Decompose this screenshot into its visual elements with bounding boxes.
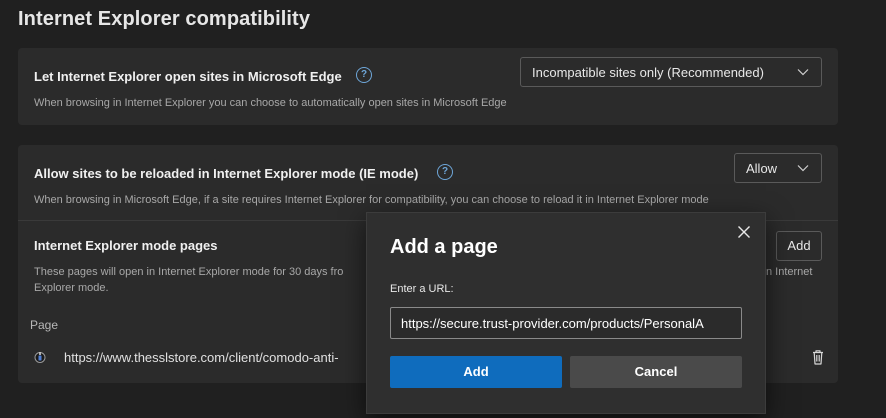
ie-open-sites-dropdown[interactable]: Incompatible sites only (Recommended) [520,57,822,87]
page-column-header: Page [30,318,59,332]
dialog-add-button[interactable]: Add [390,356,562,388]
url-input[interactable] [390,307,742,339]
help-icon[interactable]: ? [356,67,372,83]
settings-page: Internet Explorer compatibility Let Inte… [0,0,886,418]
ie-mode-pages-description-end: n Internet [766,266,813,278]
setting-title: Let Internet Explorer open sites in Micr… [34,69,342,84]
setting-title: Allow sites to be reloaded in Internet E… [34,166,419,181]
dialog-title: Add a page [390,236,498,258]
ie-site-icon [34,352,46,363]
dropdown-value: Allow [746,160,778,176]
chevron-down-icon [797,69,809,76]
setting-description: When browsing in Internet Explorer you c… [34,97,507,109]
dropdown-value: Incompatible sites only (Recommended) [532,64,764,80]
ie-mode-reload-dropdown[interactable]: Allow [734,153,822,183]
ie-mode-pages-title: Internet Explorer mode pages [34,238,218,253]
ie-open-in-edge-card: Let Internet Explorer open sites in Micr… [18,48,838,125]
add-page-dialog: Add a page Enter a URL: Add Cancel [366,212,766,414]
dialog-cancel-button[interactable]: Cancel [570,356,742,388]
close-icon[interactable] [737,225,751,239]
page-url: https://www.thesslstore.com/client/comod… [64,350,339,365]
ie-mode-pages-description-line2: Explorer mode. [34,282,109,294]
section-title: Internet Explorer compatibility [18,8,311,30]
add-page-button[interactable]: Add [776,231,822,261]
url-label: Enter a URL: [390,283,454,295]
help-icon[interactable]: ? [437,164,453,180]
setting-description: When browsing in Microsoft Edge, if a si… [34,194,709,206]
ie-mode-pages-description: These pages will open in Internet Explor… [34,266,344,278]
chevron-down-icon [797,165,809,172]
trash-icon[interactable] [810,348,826,366]
